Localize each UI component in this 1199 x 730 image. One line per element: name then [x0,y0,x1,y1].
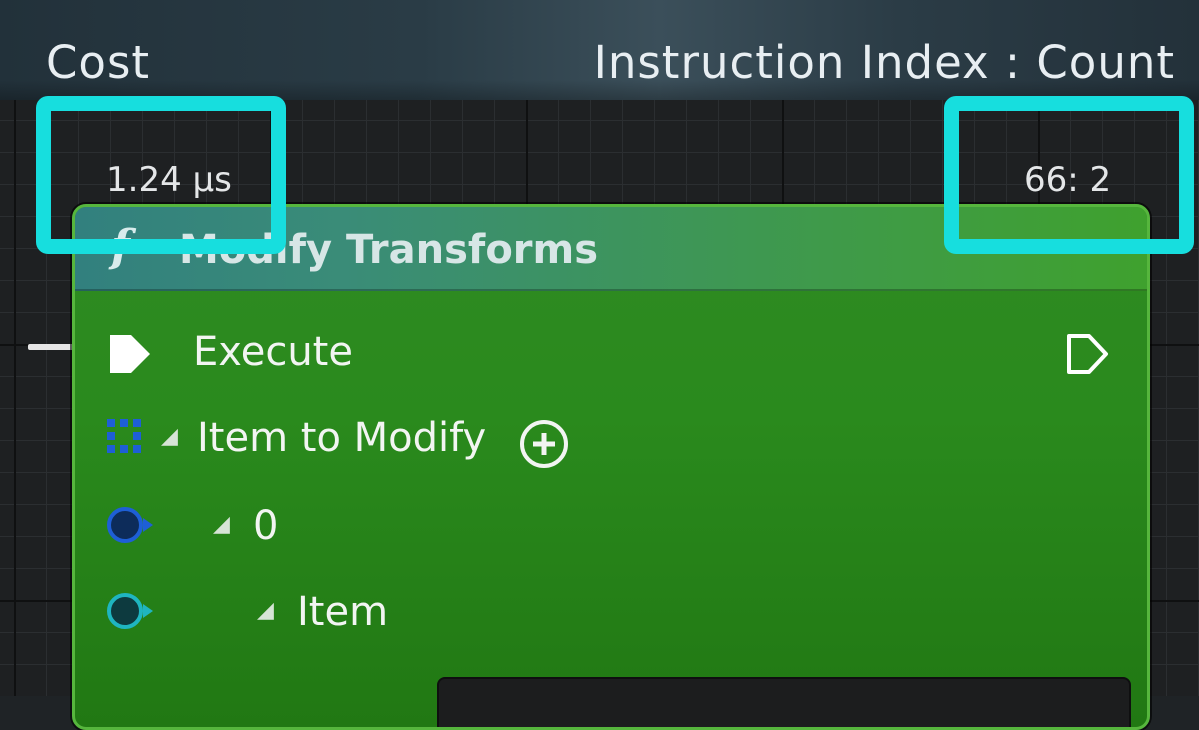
transform-pin-icon[interactable] [105,591,161,631]
modify-transforms-node[interactable]: f Modify Transforms Execute ◢ Item to Mo… [72,204,1150,730]
array-pin-icon[interactable] [105,417,149,455]
add-pin-icon[interactable] [517,417,571,471]
expand-arrow-icon[interactable]: ◢ [161,423,178,449]
exec-output-pin-icon[interactable] [1065,331,1111,377]
execute-label: Execute [193,329,353,375]
struct-pin-icon[interactable] [105,505,161,545]
expand-arrow-icon[interactable]: ◢ [257,597,274,623]
cost-header-label: Cost [46,36,151,89]
index-0-label: 0 [253,503,279,549]
expand-arrow-icon[interactable]: ◢ [213,511,230,537]
cost-highlight-box [36,96,286,254]
instruction-count-header-label: Instruction Index : Count [593,36,1175,89]
item-to-modify-label: Item to Modify [197,415,487,461]
exec-wire [28,344,74,350]
item-label: Item [297,589,389,635]
exec-input-pin-icon[interactable] [107,331,153,377]
instruction-count-highlight-box [944,96,1194,254]
type-value-field[interactable] [437,677,1131,727]
